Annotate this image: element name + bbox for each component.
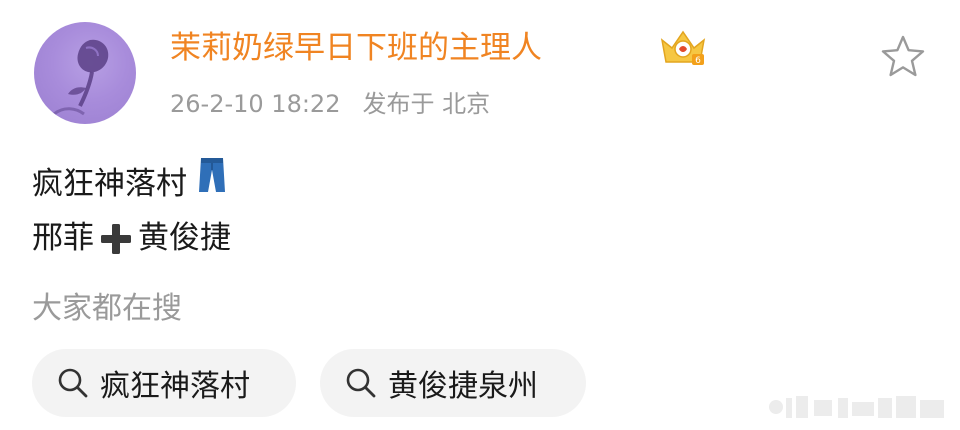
search-chip[interactable]: 黄俊捷泉州: [320, 349, 586, 417]
plus-emoji-icon: [98, 220, 134, 256]
svg-text:6: 6: [695, 56, 701, 66]
star-outline-icon[interactable]: [880, 34, 926, 78]
rose-avatar-image: [53, 39, 109, 116]
search-chip[interactable]: 疯狂神落村: [32, 349, 296, 417]
content-text: 邢菲: [32, 220, 94, 256]
search-icon: [346, 368, 376, 398]
jeans-emoji-icon: [195, 156, 229, 211]
avatar[interactable]: [34, 22, 136, 124]
post-timestamp: 26-2-10 18:22: [170, 90, 341, 118]
author-name[interactable]: 茉莉奶绿早日下班的主理人: [170, 26, 542, 70]
content-text: 疯狂神落村: [32, 165, 187, 202]
post-meta: 26-2-10 18:22 发布于 北京: [170, 86, 490, 122]
search-icon: [58, 368, 88, 398]
watermark-logo: [769, 396, 944, 418]
post-location: 发布于 北京: [362, 90, 491, 118]
content-text: 黄俊捷: [138, 220, 231, 256]
crown-badge-icon[interactable]: 6: [658, 28, 708, 68]
section-title-trending: 大家都在搜: [32, 291, 182, 326]
search-chip-label: 黄俊捷泉州: [388, 369, 538, 404]
content-line: 疯狂神落村: [32, 156, 231, 211]
search-chip-label: 疯狂神落村: [100, 369, 250, 404]
post-content: 疯狂神落村 邢菲 黄俊捷: [32, 156, 231, 265]
content-line: 邢菲 黄俊捷: [32, 211, 231, 265]
